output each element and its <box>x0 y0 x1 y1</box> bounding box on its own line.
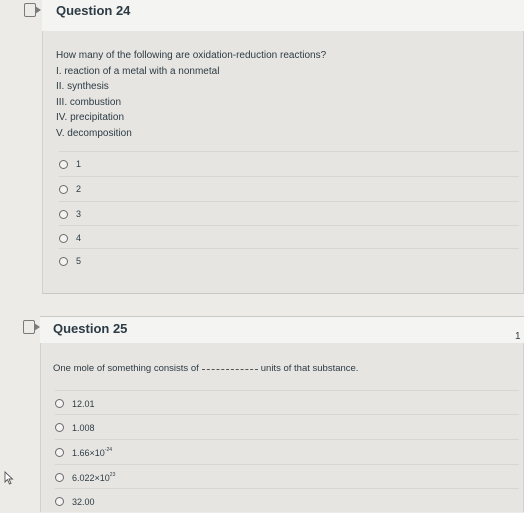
question-25-prompt: One mole of something consists of units o… <box>53 361 358 377</box>
answer-option[interactable]: 1 <box>59 151 519 176</box>
question-25-title: Question 25 <box>53 321 128 336</box>
answer-option[interactable]: 2 <box>59 176 519 201</box>
question-24-item: III. combustion <box>56 96 122 108</box>
radio-button[interactable] <box>59 159 68 169</box>
answer-label: 32.00 <box>72 496 95 507</box>
answer-label: 6.022×1023 <box>72 471 116 483</box>
question-25-header: Question 25 <box>40 316 524 344</box>
question-24-body: How many of the following are oxidation-… <box>42 31 524 294</box>
radio-button[interactable] <box>55 472 64 482</box>
fill-in-blank <box>201 369 258 370</box>
radio-button[interactable] <box>59 256 68 266</box>
radio-button[interactable] <box>59 184 68 194</box>
radio-button[interactable] <box>59 233 68 243</box>
question-25-text-before: One mole of something consists of <box>53 363 199 374</box>
question-24-item: II. synthesis <box>56 81 109 92</box>
answer-label: 4 <box>76 233 82 243</box>
question-24-prompt: How many of the following are oxidation-… <box>56 48 326 141</box>
question-24-header: Question 24 <box>42 0 524 32</box>
answer-option[interactable]: 32.00 <box>55 488 519 513</box>
radio-button[interactable] <box>55 422 64 432</box>
question-25-text-after: units of that substance. <box>260 363 359 374</box>
flag-icon[interactable] <box>23 320 40 334</box>
answer-label: 3 <box>76 209 82 219</box>
question-24-item: I. reaction of a metal with a nonmetal <box>56 65 220 77</box>
answer-label: 1 <box>76 159 82 169</box>
answer-option[interactable]: 12.01 <box>55 390 519 415</box>
question-24-text: How many of the following are oxidation-… <box>56 50 327 61</box>
question-24-item: V. decomposition <box>56 127 132 139</box>
radio-button[interactable] <box>55 447 64 457</box>
answer-option[interactable]: 1.66×10-24 <box>55 439 519 464</box>
radio-button[interactable] <box>55 398 64 408</box>
question-24-title: Question 24 <box>56 3 131 18</box>
radio-button[interactable] <box>59 209 68 219</box>
answer-option[interactable]: 1.008 <box>55 414 519 439</box>
answer-option[interactable]: 6.022×1023 <box>55 464 519 489</box>
side-number: 1 <box>515 331 521 342</box>
question-25-body: One mole of something consists of units o… <box>40 343 524 512</box>
answer-option[interactable]: 4 <box>59 225 519 250</box>
answer-label: 2 <box>76 184 82 194</box>
answer-label: 1.008 <box>72 422 95 433</box>
question-24-item: IV. precipitation <box>56 112 125 123</box>
cursor-icon <box>4 471 14 485</box>
flag-icon[interactable] <box>24 3 41 17</box>
answer-option[interactable]: 5 <box>59 248 519 273</box>
radio-button[interactable] <box>55 496 64 506</box>
answer-option[interactable]: 3 <box>59 201 519 226</box>
answer-label: 5 <box>76 256 82 266</box>
answer-label: 12.01 <box>72 398 95 409</box>
answer-label: 1.66×10-24 <box>72 446 113 458</box>
